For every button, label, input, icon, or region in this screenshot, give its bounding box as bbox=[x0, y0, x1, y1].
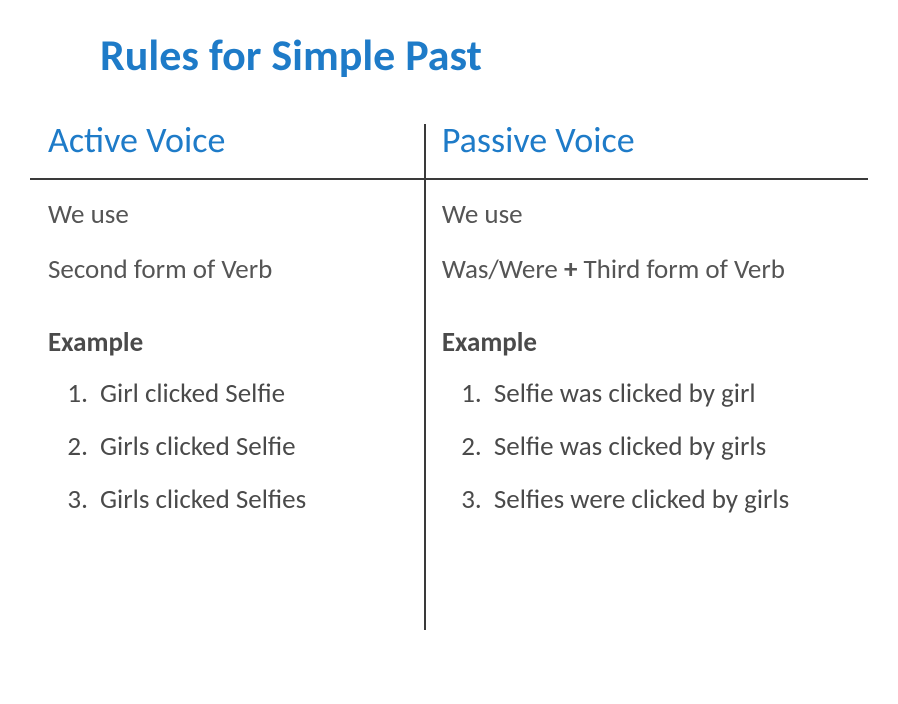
passive-intro-line-2: Was/Were + Third form of Verb bbox=[442, 253, 850, 286]
passive-intro-pre: Was/Were bbox=[442, 253, 564, 286]
list-item: Selfie was clicked by girl bbox=[488, 377, 850, 410]
passive-example-list: Selfie was clicked by girl Selfie was cl… bbox=[442, 377, 850, 516]
passive-example-heading: Example bbox=[442, 326, 850, 359]
two-column-grid: Active Voice We use Second form of Verb … bbox=[30, 118, 868, 536]
horizontal-rule bbox=[30, 178, 868, 180]
active-example-heading: Example bbox=[48, 326, 406, 359]
passive-voice-column: Passive Voice We use Was/Were + Third fo… bbox=[424, 118, 868, 536]
active-voice-column: Active Voice We use Second form of Verb … bbox=[30, 118, 424, 536]
page-title: Rules for Simple Past bbox=[100, 28, 868, 82]
active-voice-header: Active Voice bbox=[48, 118, 406, 162]
list-item: Selfie was clicked by girls bbox=[488, 430, 850, 463]
list-item: Girl clicked Selfie bbox=[94, 377, 406, 410]
list-item: Girls clicked Selfie bbox=[94, 430, 406, 463]
list-item: Girls clicked Selfies bbox=[94, 483, 406, 516]
passive-voice-body: We use Was/Were + Third form of Verb Exa… bbox=[442, 198, 850, 516]
passive-intro-post: Third form of Verb bbox=[577, 253, 785, 286]
active-intro-line-2: Second form of Verb bbox=[48, 253, 406, 286]
document-page: Rules for Simple Past Active Voice We us… bbox=[0, 0, 898, 566]
passive-voice-header: Passive Voice bbox=[442, 118, 850, 162]
passive-intro-line-1: We use bbox=[442, 198, 850, 231]
active-intro-line-1: We use bbox=[48, 198, 406, 231]
vertical-rule bbox=[424, 124, 426, 630]
list-item: Selfies were clicked by girls bbox=[488, 483, 850, 516]
active-voice-body: We use Second form of Verb Example Girl … bbox=[48, 198, 406, 516]
active-example-list: Girl clicked Selfie Girls clicked Selfie… bbox=[48, 377, 406, 516]
plus-icon: + bbox=[564, 253, 577, 286]
